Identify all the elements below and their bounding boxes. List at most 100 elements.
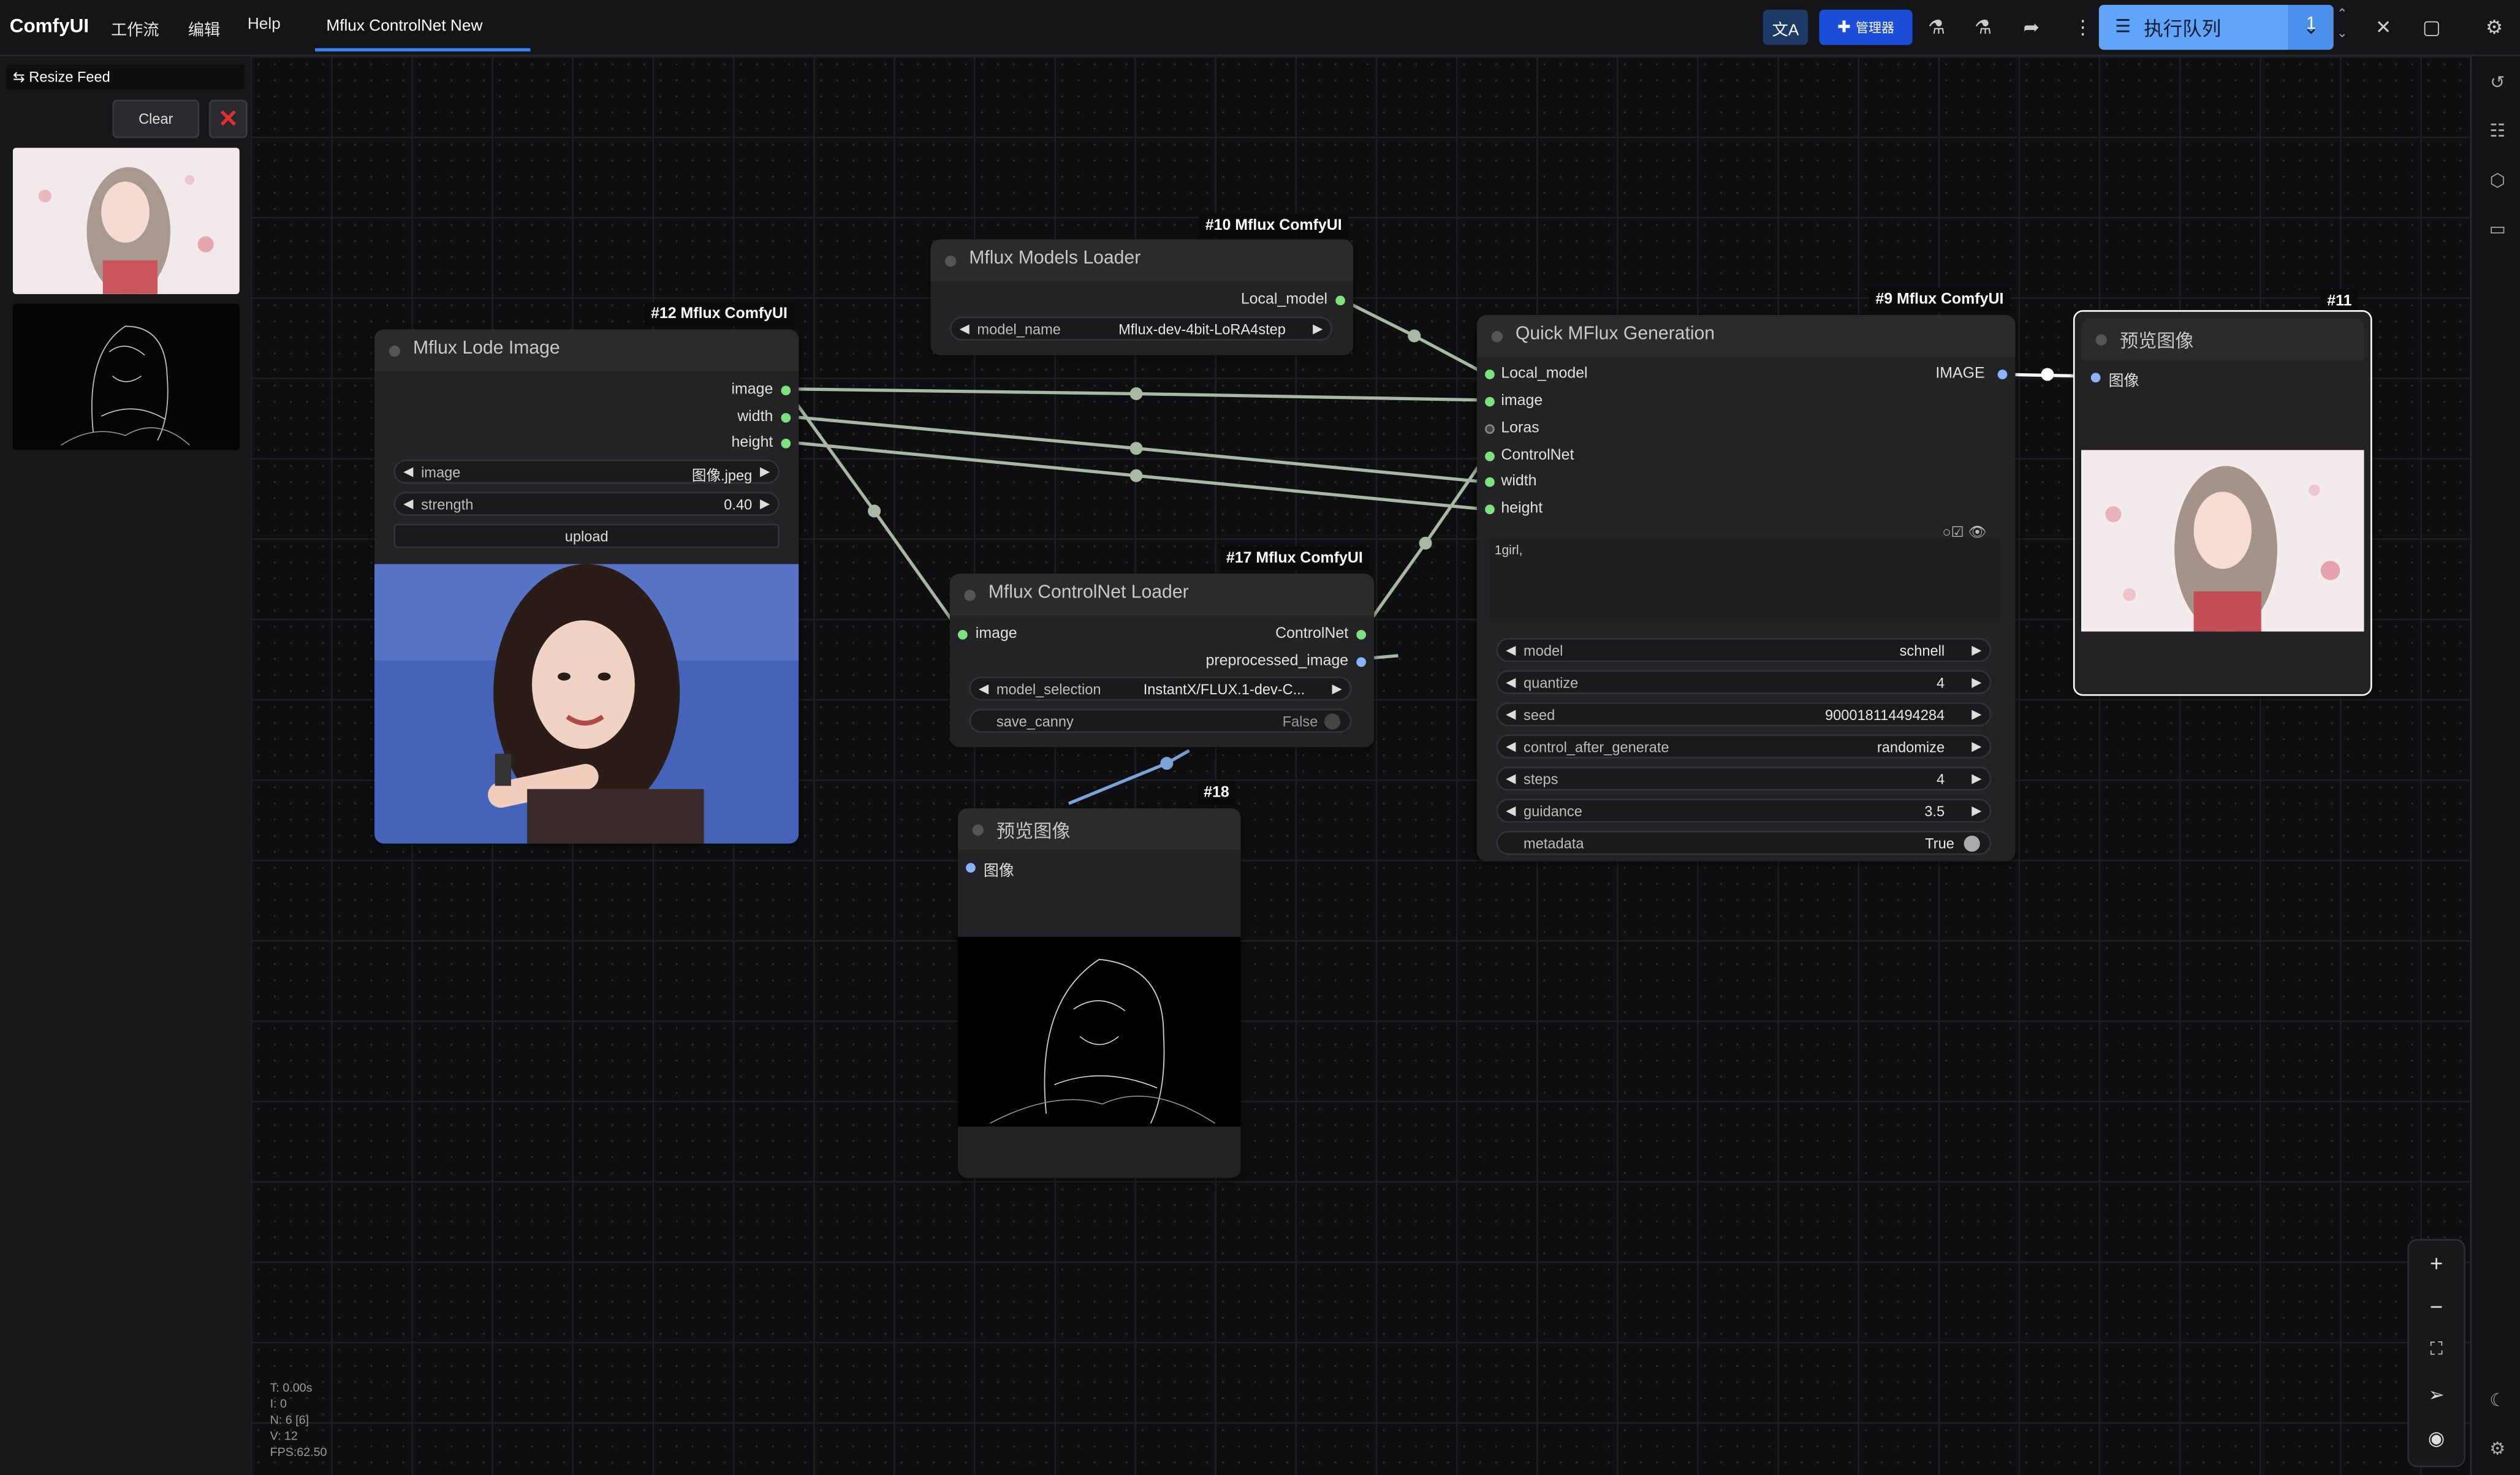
node-mflux-lode-image[interactable]: Mflux Lode Image image width height ◀ ima… [374,329,799,844]
prompt-text: 1girl, [1494,543,1523,558]
node-header[interactable]: Quick MFlux Generation [1476,314,2016,357]
input-image-pin[interactable] [1485,396,1495,407]
input-image-pin[interactable] [957,629,968,640]
arrow-right-icon[interactable]: ▶ [1313,321,1323,336]
input-image-pin[interactable] [966,863,976,873]
node-header[interactable]: Mflux ControlNet Loader [949,574,1375,616]
toggle-on-icon[interactable] [1964,835,1980,852]
strength-number-widget[interactable]: ◀ strength 0.40 ▶ [393,491,780,516]
arrow-left-icon[interactable]: ◀ [403,464,413,479]
quantize-combo-widget[interactable]: ◀ quantize 4 ▶ [1496,670,1992,694]
widget-value: InstantX/FLUX.1-dev-C... [1143,681,1305,698]
model-name-combo-widget[interactable]: ◀ model_name Mflux-dev-4bit-LoRA4step ▶ [949,316,1332,341]
image-combo-widget[interactable]: ◀ image 图像.jpeg ▶ [393,460,780,484]
arrow-right-icon[interactable]: ▶ [1972,707,1981,722]
select-pointer-icon[interactable]: ➢ [2420,1379,2452,1411]
output-height-pin[interactable] [781,438,791,449]
prompt-textarea[interactable]: 1girl, [1489,538,2001,622]
model-library-cube-icon[interactable]: ⬡ [2484,167,2510,193]
node-preview-image-18[interactable]: 预览图像 图像 [957,808,1241,1178]
output-image-pin[interactable] [1997,370,2008,379]
widget-label: strength [421,496,474,513]
node-header[interactable]: 预览图像 [2081,318,2364,360]
zoom-in-icon[interactable]: + [2420,1247,2452,1279]
arrow-right-icon[interactable]: ▶ [1972,643,1981,658]
widget-value: 4 [1936,771,1945,787]
input-image-pin[interactable] [2090,373,2101,383]
collapse-dot-icon[interactable] [944,255,957,267]
settings-icon[interactable]: ⚙ [2484,1435,2510,1461]
input-image-label: image [975,625,1017,643]
widget-value: schnell [1899,642,1945,659]
arrow-right-icon[interactable]: ▶ [1332,681,1342,696]
node-header[interactable]: Mflux Models Loader [930,239,1354,281]
node-mflux-controlnet-loader[interactable]: Mflux ControlNet Loader image ControlNet… [949,574,1375,748]
arrow-left-icon[interactable]: ◀ [1506,772,1516,786]
fit-view-icon[interactable]: ⛶ [2420,1334,2452,1366]
input-height-pin[interactable] [1485,504,1495,515]
output-controlnet-pin[interactable] [1356,629,1367,640]
history-icon[interactable]: ↺ [2484,69,2510,95]
node-quick-mflux-generation[interactable]: Quick MFlux Generation Local_model image… [1476,314,2016,862]
zoom-out-icon[interactable]: − [2420,1291,2452,1322]
collapse-dot-icon[interactable] [2095,334,2107,346]
output-controlnet-label: ControlNet [1275,625,1349,643]
arrow-right-icon[interactable]: ▶ [760,464,770,479]
theme-moon-icon[interactable]: ☾ [2484,1387,2510,1412]
arrow-right-icon[interactable]: ▶ [1972,803,1981,818]
model-selection-combo-widget[interactable]: ◀ model_selection InstantX/FLUX.1-dev-C...… [969,677,1352,701]
folder-icon[interactable]: ▭ [2484,215,2510,241]
collapse-dot-icon[interactable] [389,345,400,357]
arrow-left-icon[interactable]: ◀ [979,681,989,696]
steps-number-widget[interactable]: ◀ steps 4 ▶ [1496,766,1992,791]
arrow-right-icon[interactable]: ▶ [1972,772,1981,786]
source-photo [374,564,799,844]
queue-list-icon[interactable]: ☷ [2484,117,2510,143]
arrow-left-icon[interactable]: ◀ [960,321,970,336]
arrow-right-icon[interactable]: ▶ [1972,675,1981,689]
toggle-links-eye-icon[interactable]: ◉ [2420,1422,2452,1454]
output-image-label: IMAGE [1935,365,1985,383]
arrow-left-icon[interactable]: ◀ [403,496,413,511]
widget-label: model_name [977,321,1061,338]
output-local-model-label: Local_model [1240,290,1328,309]
guidance-number-widget[interactable]: ◀ guidance 3.5 ▶ [1496,798,1992,823]
input-width-label: width [1501,472,1537,490]
output-preprocessed-pin[interactable] [1356,657,1367,667]
collapse-dot-icon[interactable] [972,824,984,836]
arrow-left-icon[interactable]: ◀ [1506,707,1516,722]
widget-value: True [1925,835,1954,852]
output-image-pin[interactable] [781,385,791,396]
node-preview-image-11[interactable]: 预览图像 图像 [2073,310,2372,696]
seed-number-widget[interactable]: ◀ seed 900018114494284 ▶ [1496,702,1992,727]
output-width-pin[interactable] [781,412,791,423]
input-controlnet-pin[interactable] [1485,451,1495,461]
canny-preview-image [957,936,1241,1127]
input-width-pin[interactable] [1485,477,1495,487]
node-mflux-models-loader[interactable]: Mflux Models Loader Local_model ◀ model_n… [930,239,1354,355]
model-combo-widget[interactable]: ◀ model schnell ▶ [1496,638,1992,662]
stat-fps: FPS:62.50 [270,1444,327,1460]
arrow-left-icon[interactable]: ◀ [1506,739,1516,754]
stat-nodes: N: 6 [6] [270,1412,309,1427]
arrow-left-icon[interactable]: ◀ [1506,803,1516,818]
arrow-left-icon[interactable]: ◀ [1506,643,1516,658]
node-title: Mflux Lode Image [412,339,560,358]
collapse-dot-icon[interactable] [964,590,976,601]
toggle-off-icon[interactable] [1324,713,1341,730]
widget-value: 3.5 [1924,803,1945,820]
save-canny-toggle-widget[interactable]: save_canny False [969,708,1352,733]
arrow-right-icon[interactable]: ▶ [1972,739,1981,754]
input-local-model-pin[interactable] [1485,370,1495,379]
control-after-generate-combo-widget[interactable]: ◀ control_after_generate randomize ▶ [1496,734,1992,759]
collapse-dot-icon[interactable] [1491,331,1503,343]
input-loras-pin[interactable] [1485,424,1495,434]
output-local-model-pin[interactable] [1335,295,1345,306]
node-header[interactable]: Mflux Lode Image [374,329,799,371]
upload-button[interactable]: upload [393,523,780,548]
arrow-right-icon[interactable]: ▶ [760,496,770,511]
node-header[interactable]: 预览图像 [957,808,1241,851]
canvas-zoom-controls: + − ⛶ ➢ ◉ [2407,1238,2465,1468]
arrow-left-icon[interactable]: ◀ [1506,675,1516,689]
metadata-toggle-widget[interactable]: metadata True [1496,830,1992,855]
